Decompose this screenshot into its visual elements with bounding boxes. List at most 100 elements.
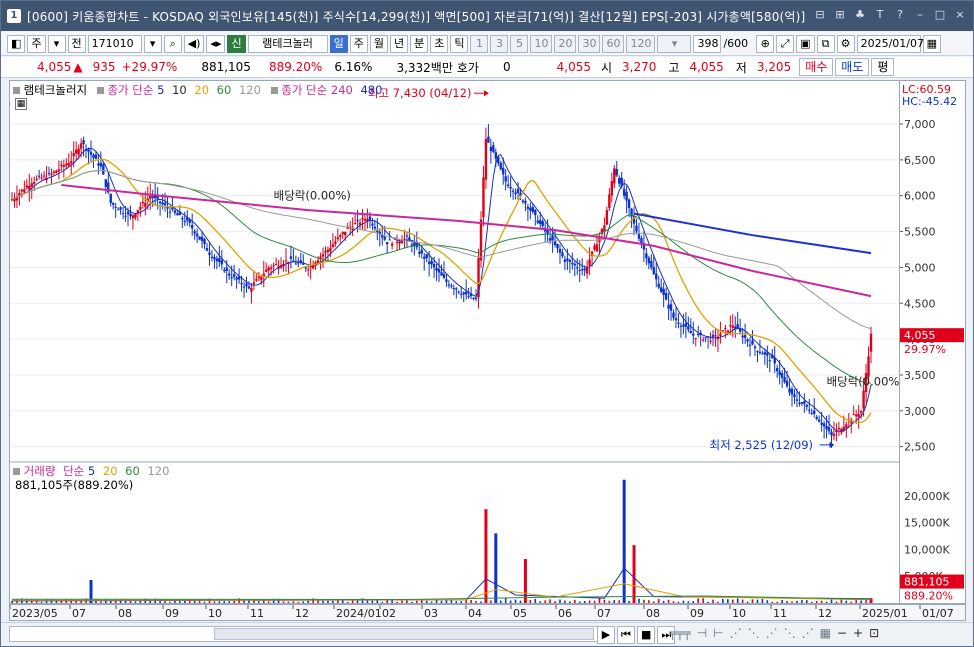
candle-body[interactable] [516,188,520,193]
candle-body[interactable] [344,231,347,236]
candle-body[interactable] [70,160,73,164]
candle-body[interactable] [20,189,24,192]
candle-body[interactable] [692,333,695,336]
candle-body[interactable] [62,165,66,168]
candle-body[interactable] [398,241,401,244]
tf-minute[interactable]: 분 [410,34,429,53]
candle-body[interactable] [195,233,199,237]
candle-body[interactable] [852,414,855,416]
candle-body[interactable] [232,274,236,277]
candle-body[interactable] [813,410,816,414]
candle-body[interactable] [114,206,117,208]
legend-volume-label[interactable]: 거래량 [24,464,56,478]
candle-body[interactable] [321,254,325,257]
candle-body[interactable] [109,193,112,203]
candle-body[interactable] [790,388,794,395]
candle-body[interactable] [588,259,591,266]
candle-body[interactable] [827,427,831,432]
jump-start-icon[interactable]: ⏮ [617,626,635,644]
candle-body[interactable] [79,143,83,149]
candle-body[interactable] [102,164,105,175]
candle-body[interactable] [450,285,453,287]
tool-icon[interactable]: ▦ [820,626,831,640]
candle-body[interactable] [743,335,747,338]
candle-body[interactable] [808,409,811,411]
candle-body[interactable] [371,223,374,226]
tf-day[interactable]: 일 [329,34,348,53]
candle-body[interactable] [793,394,796,398]
candle-body[interactable] [269,267,273,269]
candle-body[interactable] [460,293,463,295]
candle-body[interactable] [504,176,507,182]
candle-body[interactable] [768,360,771,362]
tool-icon[interactable]: ⊢ [713,626,723,640]
candle-body[interactable] [190,225,194,229]
calendar-icon[interactable]: ▦ [922,34,941,53]
candle-body[interactable] [435,267,438,271]
candle-body[interactable] [452,287,456,289]
candle-body[interactable] [472,298,475,300]
candle-body[interactable] [97,163,100,166]
zoom-out-icon[interactable]: − [837,626,847,640]
candle-body[interactable] [687,326,690,330]
interval-3[interactable]: 3 [490,34,509,53]
interval-120[interactable]: 120 [626,34,656,53]
candle-body[interactable] [482,177,485,218]
candle-body[interactable] [625,191,628,201]
candle-body[interactable] [854,414,858,417]
candle-body[interactable] [571,262,574,265]
candle-body[interactable] [250,287,253,292]
candle-body[interactable] [220,260,224,265]
candle-body[interactable] [126,211,130,215]
candle-body[interactable] [795,399,799,401]
legend-stock-name[interactable]: 램테크놀러지 [24,83,87,97]
zoom-in-icon[interactable]: + [853,626,863,640]
candle-body[interactable] [788,388,791,393]
sound-icon[interactable]: ◀) [183,34,205,53]
candle-body[interactable] [857,414,860,417]
candle-body[interactable] [356,220,359,222]
candle-body[interactable] [534,209,537,215]
candle-body[interactable] [741,335,744,338]
candle-body[interactable] [748,344,752,346]
candle-body[interactable] [566,258,569,261]
candle-body[interactable] [260,276,263,281]
candle-body[interactable] [524,201,527,204]
candle-body[interactable] [235,277,238,280]
period-dropdown-icon[interactable]: ▾ [47,34,66,53]
candle-body[interactable] [509,186,512,189]
candle-body[interactable] [583,268,586,271]
candle-body[interactable] [163,202,167,206]
candle-body[interactable] [825,425,828,430]
candle-body[interactable] [388,239,391,241]
candle-body[interactable] [751,340,754,345]
volume-spike-bar[interactable] [523,559,527,603]
candle-body[interactable] [652,267,655,274]
chart-panel[interactable]: 최고 7,430 (04/12) 최저 2,525 (12/09) 배당락(0.00… [9,80,904,604]
candle-body[interactable] [536,220,539,223]
candle-body[interactable] [188,219,191,223]
candle-body[interactable] [455,288,458,290]
tool-icon[interactable]: ⋱ [784,626,796,640]
candle-body[interactable] [213,256,216,260]
candle-body[interactable] [193,231,196,234]
candle-body[interactable] [869,333,873,352]
candle-body[interactable] [326,249,330,253]
candle-body[interactable] [810,412,813,414]
candle-body[interactable] [200,236,204,242]
tf-tick[interactable]: 틱 [450,34,469,53]
candle-body[interactable] [225,267,228,271]
candle-body[interactable] [551,235,554,241]
candle-body[interactable] [704,337,707,339]
candle-body[interactable] [104,179,107,187]
candle-body[interactable] [339,234,342,237]
candle-body[interactable] [837,427,841,430]
candle-body[interactable] [257,276,261,278]
candle-body[interactable] [662,288,665,295]
candle-body[interactable] [432,264,436,268]
candle-body[interactable] [390,243,394,246]
candle-body[interactable] [341,232,344,235]
candle-body[interactable] [410,244,414,246]
candle-body[interactable] [830,431,833,436]
candle-body[interactable] [541,221,544,226]
